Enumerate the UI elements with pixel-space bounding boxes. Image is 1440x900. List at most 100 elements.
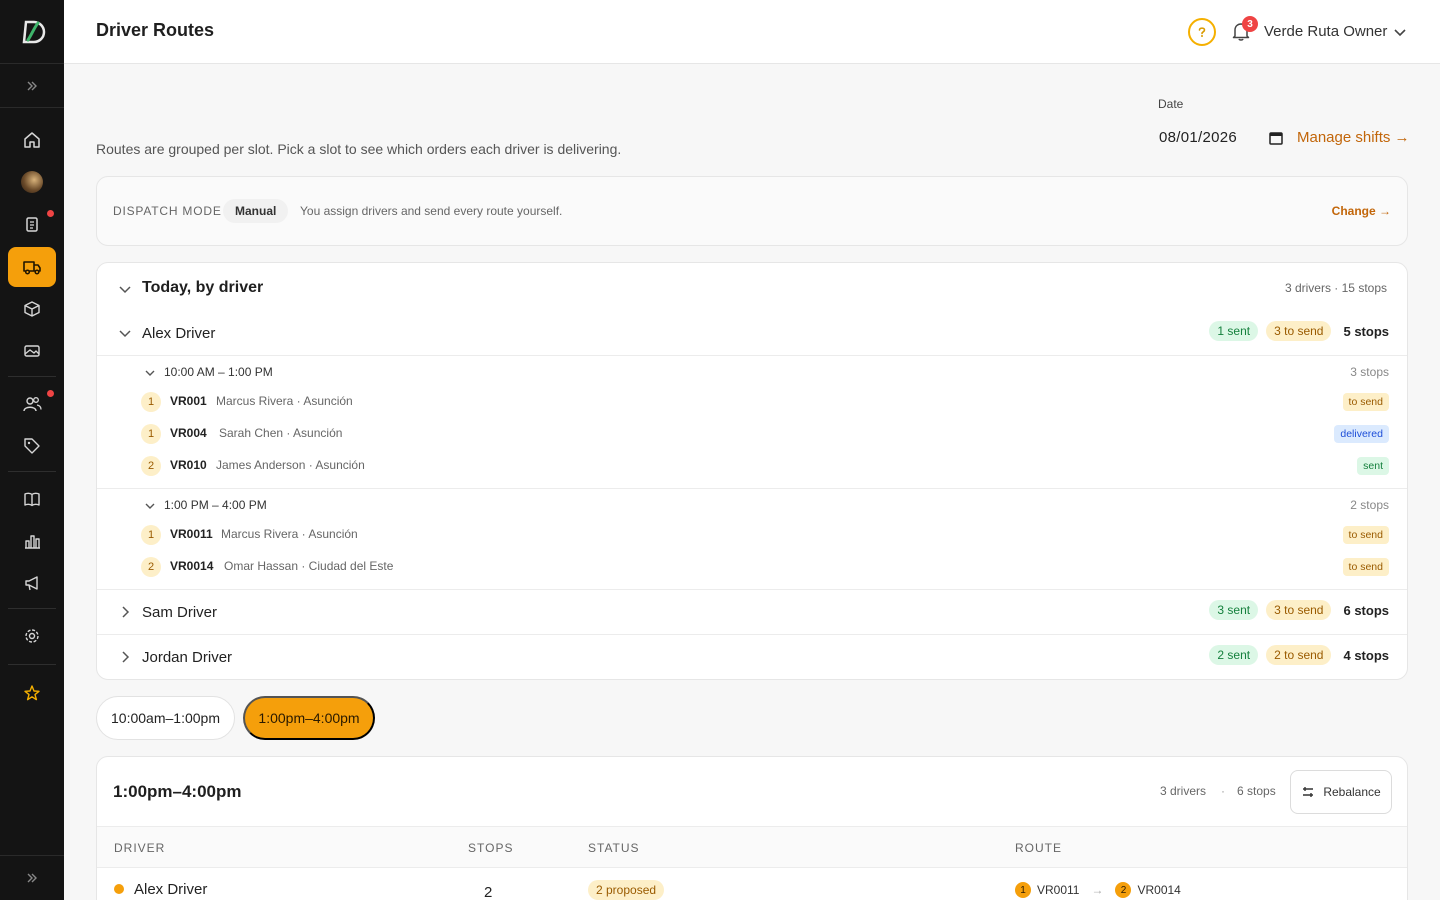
date-label: Date — [1158, 97, 1184, 111]
sidebar-collapse-icon[interactable] — [0, 855, 64, 900]
image-icon — [24, 345, 40, 357]
driver-row-jordan[interactable]: Jordan Driver 2 sent 2 to send 4 stops — [97, 635, 1407, 679]
route-stop-code: VR0011 — [1037, 883, 1080, 897]
slot-group-header[interactable]: 10:00 AM – 1:00 PM 3 stops — [97, 357, 1407, 387]
driver-name: Sam Driver — [142, 604, 218, 621]
box-icon — [24, 301, 40, 317]
chevron-right-icon[interactable] — [117, 649, 133, 665]
sidebar-item-home[interactable] — [8, 120, 56, 160]
sequence-badge: 2 — [141, 557, 161, 577]
today-title[interactable]: Today, by driver — [142, 279, 263, 297]
users-icon — [23, 397, 42, 412]
notification-dot — [47, 390, 54, 397]
order-code: VR0014 — [170, 559, 214, 573]
app-logo[interactable] — [0, 0, 64, 64]
column-header-driver: DRIVER — [114, 841, 166, 855]
order-status-badge: to send — [1342, 526, 1389, 544]
order-row[interactable]: 2 VR010 James Anderson · Asunción sent — [97, 450, 1407, 482]
sidebar-item-favorites[interactable] — [8, 673, 56, 713]
sidebar-expand-icon[interactable] — [0, 64, 64, 108]
sidebar-separator — [8, 376, 56, 377]
order-code: VR010 — [170, 458, 207, 472]
column-header-route: ROUTE — [1015, 841, 1062, 855]
meta-separator: · — [1221, 784, 1225, 798]
order-customer: James Anderson · Asunción — [216, 458, 365, 472]
slot-title: 1:00pm–4:00pm — [113, 782, 242, 801]
order-row[interactable]: 1 VR0011 Marcus Rivera · Asunción to sen… — [97, 519, 1407, 551]
rebalance-button[interactable]: Rebalance — [1290, 770, 1392, 814]
order-code: VR004 — [170, 426, 207, 440]
sidebar-item-store[interactable] — [8, 162, 56, 202]
order-row[interactable]: 1 VR004 Sarah Chen · Asunción delivered — [97, 418, 1407, 450]
change-dispatch-mode-link[interactable]: Change → — [1332, 204, 1391, 218]
sequence-badge: 1 — [141, 525, 161, 545]
chevron-down-icon[interactable] — [117, 281, 133, 297]
chevron-right-icon[interactable] — [117, 604, 133, 620]
driver-name: Alex Driver — [142, 325, 216, 342]
order-customer: Marcus Rivera · Asunción — [221, 527, 358, 541]
order-row[interactable]: 1 VR001 Marcus Rivera · Asunción to send — [97, 386, 1407, 418]
sidebar-item-analytics[interactable] — [8, 521, 56, 561]
chevron-down-icon[interactable] — [143, 499, 157, 513]
sidebar-item-products[interactable] — [8, 289, 56, 329]
order-row[interactable]: 2 VR0014 Omar Hassan · Ciudad del Este t… — [97, 551, 1407, 583]
slot-drivers-count: 3 drivers — [1160, 784, 1207, 798]
sidebar-item-routes[interactable] — [8, 247, 56, 287]
sidebar-item-customers[interactable] — [8, 384, 56, 424]
sequence-badge: 1 — [141, 424, 161, 444]
gear-icon — [25, 629, 39, 643]
calendar-icon[interactable] — [1268, 130, 1284, 146]
route-arrow: → — [1091, 883, 1104, 897]
column-header-stops: STOPS — [468, 841, 514, 855]
order-status-badge: to send — [1342, 558, 1389, 576]
slot-group-header[interactable]: 1:00 PM – 4:00 PM 2 stops — [97, 490, 1407, 520]
slot-tab-afternoon[interactable]: 1:00pm–4:00pm — [243, 696, 375, 740]
store-avatar — [21, 171, 43, 193]
date-input[interactable]: 08/01/2026 — [1159, 129, 1237, 146]
order-customer: Sarah Chen · Asunción — [219, 426, 343, 440]
route-stop-seq: 2 — [1115, 882, 1132, 898]
slot-stops: 2 stops — [1350, 498, 1389, 512]
tag-icon — [24, 438, 40, 454]
status-badge: 2 proposed — [588, 880, 665, 900]
sidebar-item-media[interactable] — [8, 331, 56, 371]
route-stop-seq: 1 — [1015, 882, 1031, 898]
order-customer: Marcus Rivera · Asunción — [216, 394, 353, 408]
megaphone-icon — [25, 576, 38, 591]
order-status-badge: to send — [1342, 393, 1389, 411]
table-row[interactable]: Alex Driver 2 2 proposed 1 VR0011 → 2 VR… — [97, 868, 1407, 900]
sidebar-item-orders[interactable] — [8, 204, 56, 244]
chevron-down-icon[interactable] — [117, 325, 133, 341]
sidebar-item-marketing[interactable] — [8, 563, 56, 603]
notification-count-badge: 3 — [1242, 16, 1258, 32]
sidebar-item-discounts[interactable] — [8, 426, 56, 466]
intro-text: Routes are grouped per slot. Pick a slot… — [96, 141, 622, 157]
stops-count: 2 — [484, 884, 493, 900]
column-header-status: STATUS — [588, 841, 640, 855]
driver-row-sam[interactable]: Sam Driver 3 sent 3 to send 6 stops — [97, 590, 1407, 635]
route-sequence: 1 VR0011 → 2 VR0014 — [1015, 882, 1181, 898]
sidebar-item-catalog[interactable] — [8, 479, 56, 519]
table-header: DRIVER STOPS STATUS ROUTE — [97, 826, 1407, 868]
dispatch-mode-badge: Manual — [223, 199, 289, 223]
help-button[interactable] — [1188, 18, 1216, 46]
slot-tab-morning[interactable]: 10:00am–1:00pm — [96, 696, 235, 740]
sidebar-separator — [8, 471, 56, 472]
chevron-down-icon[interactable] — [1392, 24, 1408, 40]
notifications-button[interactable]: 3 — [1230, 16, 1258, 44]
sidebar-separator — [8, 608, 56, 609]
to-send-badge: 2 to send — [1266, 645, 1332, 665]
chevron-down-icon[interactable] — [143, 366, 157, 380]
sidebar-item-settings[interactable] — [8, 616, 56, 656]
dispatch-mode-card: DISPATCH MODE Manual You assign drivers … — [96, 176, 1408, 246]
route-stop-code: VR0014 — [1137, 883, 1181, 897]
manage-shifts-link[interactable]: Manage shifts → — [1297, 129, 1410, 146]
slot-label: 1:00 PM – 4:00 PM — [164, 498, 267, 512]
sliders-icon — [1303, 787, 1314, 797]
driver-row-alex[interactable]: Alex Driver 1 sent 3 to send 5 stops — [97, 311, 1407, 356]
user-menu-name[interactable]: Verde Ruta Owner — [1264, 23, 1387, 40]
driver-name: Alex Driver — [134, 881, 208, 898]
dispatch-mode-label: DISPATCH MODE — [113, 204, 222, 218]
top-header: Driver Routes 3 Verde Ruta Owner — [64, 0, 1440, 64]
sent-badge: 1 sent — [1209, 321, 1259, 341]
